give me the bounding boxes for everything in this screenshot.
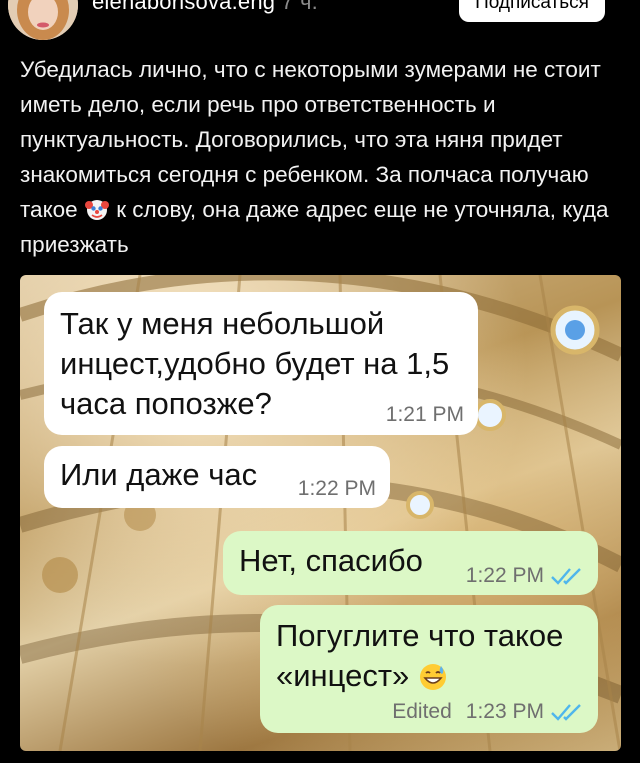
post-header: elenaborisova.eng 7 ч. Подписаться [0,0,640,40]
read-ticks-icon [551,704,581,721]
message-meta: 1:22 PM [466,564,586,588]
message-time: 1:23 PM [465,700,544,723]
edited-label: Edited [392,700,452,723]
message-time: 1:21 PM [385,403,464,426]
chat-screenshot-image[interactable]: Так у меня небольшой инцест,удобно будет… [20,275,621,751]
message-bubble-4[interactable]: Погуглите что такое «инцест» Edited 1:23… [260,605,598,733]
username-text[interactable]: elenaborisova.eng [92,0,275,14]
message-text: Или даже час [60,457,258,492]
message-meta: Edited 1:23 PM [392,700,586,724]
message-text: Погуглите что такое «инцест» [276,618,564,693]
message-bubble-2[interactable]: Или даже час 1:22 PM [44,446,390,508]
follow-button[interactable]: Подписаться [459,0,605,22]
clown-face-icon [84,200,109,220]
message-time: 1:22 PM [297,477,376,500]
username[interactable]: elenaborisova.eng 7 ч. [92,0,318,15]
message-text: Нет, спасибо [239,543,423,578]
post-text: Убедилась лично, что с некоторыми зумера… [20,52,620,262]
grinning-sweat-emoji-icon [419,664,446,690]
post-time: 7 ч. [281,0,318,14]
message-time: 1:22 PM [465,564,544,587]
avatar[interactable] [8,0,78,40]
message-bubble-3[interactable]: Нет, спасибо 1:22 PM [223,531,598,595]
message-bubble-1[interactable]: Так у меня небольшой инцест,удобно будет… [44,292,478,435]
read-ticks-icon [551,568,581,585]
